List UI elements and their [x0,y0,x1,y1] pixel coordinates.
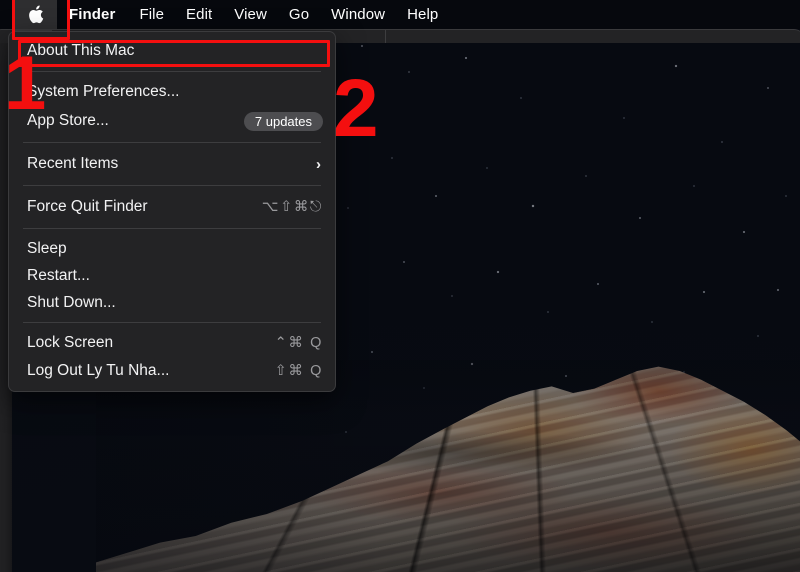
menu-item-log-out[interactable]: Log Out Ly Tu Nha... ⇧⌘ Q [9,357,335,385]
chevron-right-icon: › [316,155,321,173]
menu-bar-item-go[interactable]: Go [278,0,320,29]
menu-item-force-quit-finder[interactable]: Force Quit Finder ⌥⇧⌘⎋ [9,192,335,222]
menu-item-label: Sleep [27,239,67,257]
menu-item-label: Restart... [27,266,90,284]
menu-bar-item-edit[interactable]: Edit [175,0,223,29]
menu-item-recent-items[interactable]: Recent Items › [9,149,335,179]
menu-item-lock-screen[interactable]: Lock Screen ⌃⌘ Q [9,329,335,357]
menu-bar-item-help[interactable]: Help [396,0,449,29]
menu-bar-item-finder[interactable]: Finder [57,0,128,29]
menu-item-shortcut: ⌥⇧⌘⎋ [261,199,323,215]
menu-item-restart[interactable]: Restart... [9,262,335,289]
menu-item-shut-down[interactable]: Shut Down... [9,289,335,316]
menu-item-label: Force Quit Finder [27,198,148,215]
menu-item-label: Lock Screen [27,334,114,351]
menu-item-label: App Store... [27,112,109,129]
apple-logo-icon [27,4,44,25]
menu-item-label: About This Mac [27,42,135,59]
menu-item-shortcut: ⌃⌘ Q [274,335,323,351]
menu-bar-item-file[interactable]: File [128,0,175,29]
menu-bar-item-view[interactable]: View [223,0,278,29]
menu-bar: Finder File Edit View Go Window Help [0,0,800,29]
apple-dropdown-menu: About This Mac System Preferences... App… [8,31,336,392]
apple-menu-button[interactable] [13,0,57,29]
macos-desktop-screenshot: Finder File Edit View Go Window Help Abo… [0,0,800,572]
menu-item-shortcut: ⇧⌘ Q [274,363,323,379]
menu-separator [23,142,321,143]
menu-bar-item-window[interactable]: Window [320,0,396,29]
menu-item-system-preferences[interactable]: System Preferences... [9,78,335,106]
menu-item-label: Shut Down... [27,293,116,311]
menu-item-sleep[interactable]: Sleep [9,235,335,262]
menu-separator [23,71,321,72]
app-store-updates-badge: 7 updates [243,111,323,131]
menu-separator [23,322,321,323]
menu-item-about-this-mac[interactable]: About This Mac [9,37,335,65]
menu-item-label: Recent Items [27,155,119,172]
finder-window-sidebar-divider [385,30,386,43]
menu-item-app-store[interactable]: App Store... 7 updates [9,106,335,136]
menu-separator [23,185,321,186]
menu-item-label: System Preferences... [27,83,180,100]
menu-separator [23,228,321,229]
menu-item-label: Log Out Ly Tu Nha... [27,362,170,379]
